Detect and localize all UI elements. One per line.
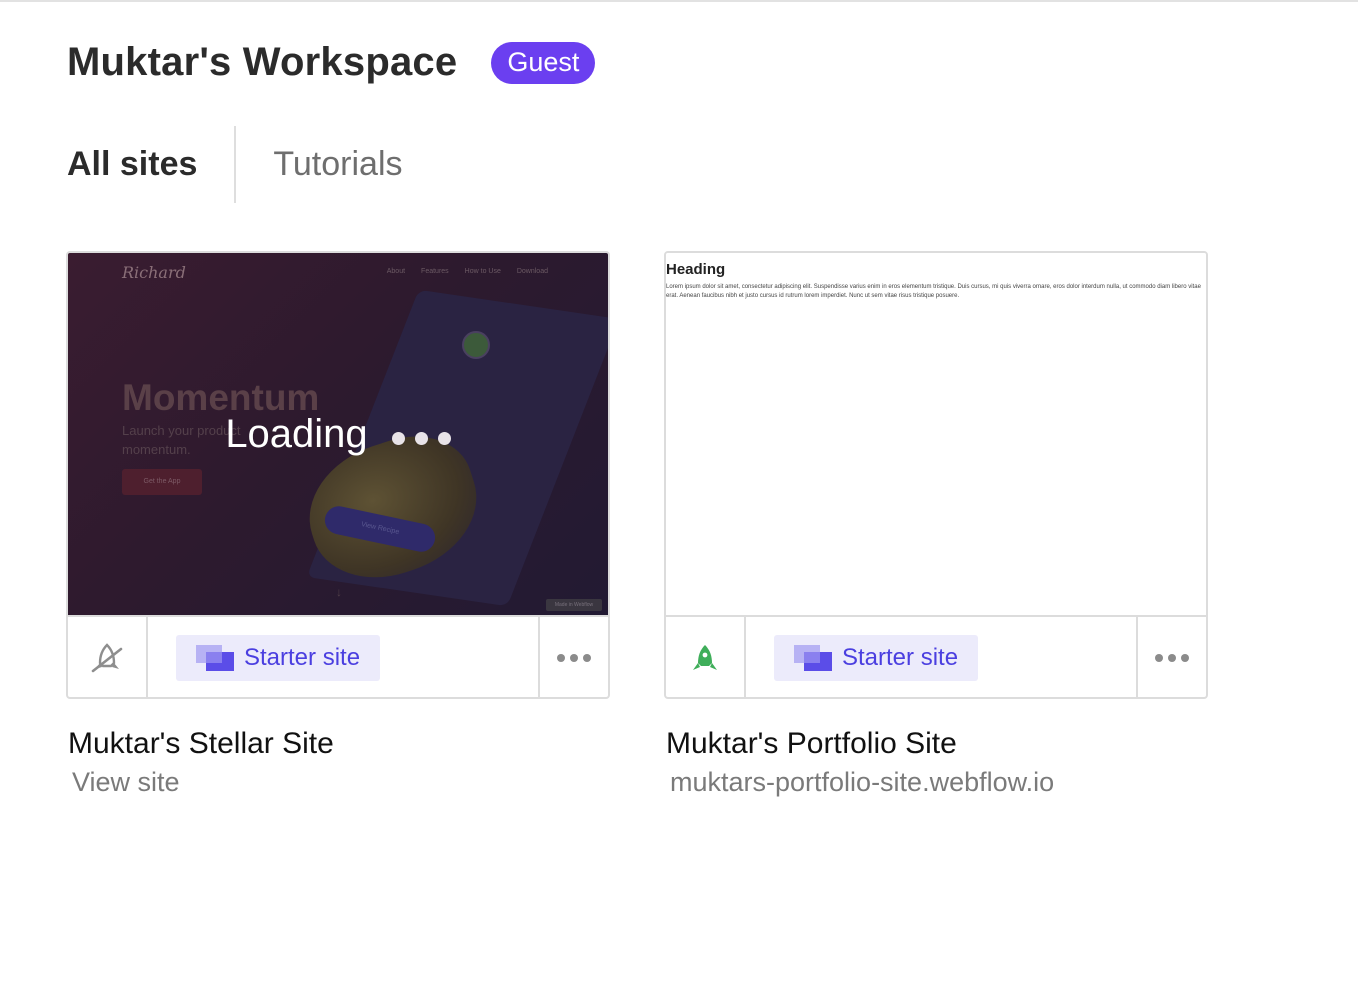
- unpublished-rocket-icon: [91, 643, 123, 673]
- tab-all-sites[interactable]: All sites: [67, 145, 197, 184]
- plan-cell: Starter site: [148, 617, 538, 697]
- more-dots-icon: [1155, 654, 1189, 662]
- guest-badge: Guest: [491, 41, 596, 84]
- starter-site-chip[interactable]: Starter site: [774, 635, 979, 681]
- starter-site-label: Starter site: [244, 644, 361, 671]
- site-card-frame: Heading Lorem ipsum dolor sit amet, cons…: [664, 251, 1208, 699]
- starter-plan-icon: [196, 645, 234, 671]
- publish-status-cell[interactable]: [68, 617, 148, 697]
- site-tabs: All sites Tutorials: [67, 126, 403, 203]
- publish-status-cell[interactable]: [666, 617, 746, 697]
- top-divider: [0, 0, 1358, 2]
- preview-paragraph: Lorem ipsum dolor sit amet, consectetur …: [666, 284, 1201, 299]
- tab-divider: [234, 126, 237, 203]
- view-site-link[interactable]: View site: [72, 767, 610, 798]
- site-name[interactable]: Muktar's Stellar Site: [68, 727, 610, 761]
- site-url-link[interactable]: muktars-portfolio-site.webflow.io: [670, 767, 1208, 798]
- more-dots-icon: [557, 654, 591, 662]
- site-more-options-button[interactable]: [1136, 617, 1206, 697]
- preview-heading: Heading: [666, 261, 726, 278]
- starter-site-label: Starter site: [842, 644, 959, 671]
- site-card-toolbar: Starter site: [68, 615, 608, 697]
- site-card-stellar: View Recipe Richard About Features How t…: [66, 251, 610, 798]
- loading-overlay: Loading: [68, 253, 608, 615]
- site-more-options-button[interactable]: [538, 617, 608, 697]
- site-name[interactable]: Muktar's Portfolio Site: [666, 727, 1208, 761]
- site-card-frame: View Recipe Richard About Features How t…: [66, 251, 610, 699]
- loading-text: Loading: [225, 411, 368, 456]
- site-card-toolbar: Starter site: [666, 615, 1206, 697]
- site-card-portfolio: Heading Lorem ipsum dolor sit amet, cons…: [664, 251, 1208, 798]
- plan-cell: Starter site: [746, 617, 1136, 697]
- published-rocket-icon: [693, 645, 717, 670]
- workspace-header: Muktar's Workspace Guest: [67, 40, 596, 85]
- loading-dots-icon: [391, 431, 451, 445]
- workspace-title: Muktar's Workspace: [67, 40, 458, 84]
- site-thumbnail[interactable]: View Recipe Richard About Features How t…: [68, 253, 608, 615]
- starter-plan-icon: [794, 645, 832, 671]
- starter-site-chip[interactable]: Starter site: [176, 635, 381, 681]
- tab-tutorials[interactable]: Tutorials: [273, 145, 402, 184]
- site-thumbnail[interactable]: Heading Lorem ipsum dolor sit amet, cons…: [666, 253, 1206, 615]
